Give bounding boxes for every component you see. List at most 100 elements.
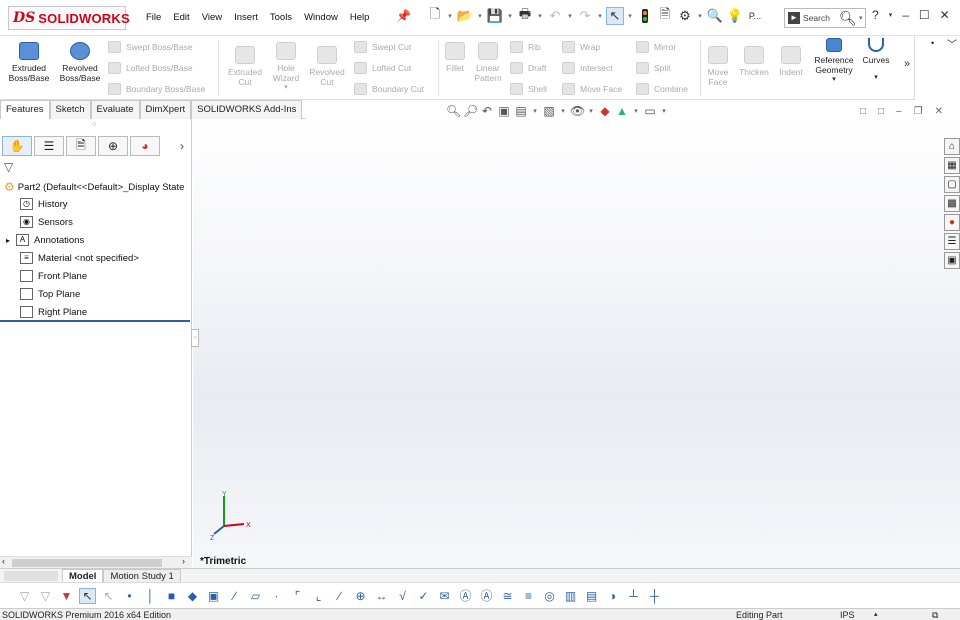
chevron-up-icon[interactable]: ▴ (874, 609, 878, 620)
linear-pattern-button[interactable]: Linear Pattern (470, 42, 506, 83)
tab-motion-study[interactable]: Motion Study 1 (103, 568, 181, 583)
magnify-search-icon[interactable]: 🔍 (706, 7, 724, 25)
tab-addins[interactable]: SOLIDWORKS Add-Ins (191, 100, 303, 119)
chevron-down-icon[interactable]: ▾ (446, 12, 454, 20)
chevron-down-icon[interactable]: ▾ (559, 107, 567, 115)
filter-icon[interactable]: ▽ (4, 160, 13, 174)
split-button[interactable]: Split (636, 62, 671, 74)
zoom-to-area-icon[interactable]: 🔎︎ (463, 104, 478, 118)
filter-points-icon[interactable]: ∙ (268, 589, 285, 603)
new-document-icon[interactable]: 🗋 (426, 6, 444, 25)
chevron-down-icon[interactable]: ▾ (506, 12, 514, 20)
tab-navigation-arrows[interactable] (4, 570, 58, 581)
close-icon[interactable]: ✕ (940, 8, 950, 22)
tree-root-part[interactable]: ⚙ Part2 (Default<<Default>_Display State (4, 180, 184, 194)
previous-view-icon[interactable]: ↶ (480, 104, 494, 118)
collapse-chevron-icon[interactable]: ﹀ (947, 36, 957, 51)
minimize-icon[interactable]: – (902, 8, 909, 22)
tile-icon[interactable]: □ (878, 106, 884, 117)
print-icon[interactable]: 🖶 (516, 6, 534, 25)
tab-features[interactable]: Features (0, 100, 50, 119)
scrollbar-thumb[interactable] (12, 559, 162, 567)
filter-geometric-tolerance-icon[interactable]: Ⓐ (478, 587, 495, 604)
horizontal-scrollbar[interactable]: ‹ › (0, 556, 192, 568)
filter-midpoints-icon[interactable]: ⌞ (310, 589, 327, 603)
display-style-icon[interactable]: ▧ (542, 104, 556, 118)
search-box[interactable]: ► Search 🔍︎ ▾ (784, 8, 866, 28)
select-other-icon[interactable]: ↖ (100, 589, 117, 603)
filter-weld-icon[interactable]: ✓ (415, 589, 432, 603)
hide-show-items-icon[interactable]: 👁︎ (570, 104, 585, 118)
filter-centerpoints-icon[interactable]: ∕ (331, 589, 348, 603)
undo-icon[interactable]: ↶ (546, 7, 564, 25)
filter-datum-icon[interactable]: Ⓐ (457, 587, 474, 604)
swept-cut-button[interactable]: Swept Cut (354, 41, 411, 53)
chevron-down-icon[interactable]: ▾ (857, 14, 865, 22)
reference-geometry-button[interactable]: Reference Geometry ▾ (810, 38, 858, 85)
design-library-icon[interactable]: ▦ (944, 157, 960, 174)
filter-toggle-icon[interactable]: ▽ (16, 589, 33, 603)
help-pointer-icon[interactable]: 💡 (726, 7, 744, 25)
search-icon[interactable]: 🔍︎ (839, 10, 857, 27)
fillet-button[interactable]: Fillet (442, 42, 468, 73)
solidworks-forum-icon[interactable]: ▣ (944, 252, 960, 269)
filter-vertices-icon[interactable]: • (121, 589, 138, 603)
chevron-down-icon[interactable]: ▾ (889, 11, 893, 19)
boundary-cut-button[interactable]: Boundary Cut (354, 83, 424, 95)
solidworks-resources-icon[interactable]: ⌂ (944, 138, 960, 155)
rebuild-status-icon[interactable]: ⧉ (932, 609, 938, 620)
search-input[interactable]: Search (803, 13, 837, 23)
chevron-down-icon[interactable]: ▾ (476, 12, 484, 20)
menu-window[interactable]: Window (298, 10, 344, 25)
maximize-icon[interactable]: ☐ (919, 8, 930, 22)
tree-item-front-plane[interactable]: Front Plane (20, 270, 87, 282)
menu-help[interactable]: Help (344, 10, 376, 25)
apply-scene-icon[interactable]: ▲ (615, 104, 629, 118)
chevron-down-icon[interactable]: ▾ (536, 12, 544, 20)
chevron-right-icon[interactable]: › (180, 139, 184, 153)
filter-bom-icon[interactable]: ▤ (583, 589, 600, 603)
menu-tools[interactable]: Tools (264, 10, 298, 25)
filter-planes-icon[interactable]: ▱ (247, 589, 264, 603)
extruded-cut-button[interactable]: Extruded Cut (224, 46, 266, 87)
menu-insert[interactable]: Insert (228, 10, 264, 25)
gear-icon[interactable]: ⚙ (676, 7, 694, 25)
filter-routing-icon[interactable]: ◑ (604, 589, 621, 603)
property-manager-icon[interactable]: ☰ (34, 136, 64, 156)
extruded-boss-button[interactable]: Extruded Boss/Base (6, 42, 52, 83)
move-face-small-button[interactable]: Move Face (562, 83, 622, 95)
chevron-down-icon[interactable]: ▾ (566, 12, 574, 20)
filter-connection-points-icon[interactable]: ┴ (625, 589, 642, 603)
view-palette-icon[interactable]: ▩ (944, 195, 960, 212)
filter-solid-icon[interactable]: ▣ (205, 589, 222, 603)
tree-item-right-plane[interactable]: Right Plane (20, 306, 87, 318)
filter-dimensions-icon[interactable]: ↔ (373, 589, 390, 603)
tab-model[interactable]: Model (62, 568, 104, 583)
scroll-left-icon[interactable]: ‹ (2, 556, 5, 566)
restore-tile-icon[interactable]: □ (860, 106, 866, 117)
filter-surface-icon[interactable]: ◆ (184, 589, 201, 603)
draft-button[interactable]: Draft (510, 62, 546, 74)
configuration-manager-icon[interactable]: 🗎 (66, 136, 96, 156)
tree-item-history[interactable]: ◷ History (20, 198, 68, 210)
thicken-button[interactable]: Thicken (736, 46, 772, 77)
filter-balloon-icon[interactable]: ≅ (499, 589, 516, 603)
intersect-button[interactable]: Intersect (562, 62, 613, 74)
rebuild-traffic-light-icon[interactable] (636, 7, 654, 25)
filter-notes-icon[interactable]: ✉ (436, 589, 453, 603)
pin-menu-icon[interactable]: 📌 (396, 9, 411, 23)
tab-dimxpert[interactable]: DimXpert (139, 100, 192, 119)
scroll-right-icon[interactable]: › (182, 556, 185, 566)
viewport-minimize-icon[interactable]: – (896, 106, 902, 117)
combine-button[interactable]: Combine (636, 83, 688, 95)
bullet-icon[interactable]: • (931, 38, 934, 48)
redo-icon[interactable]: ↷ (576, 7, 594, 25)
boundary-boss-button[interactable]: Boundary Boss/Base (108, 83, 205, 95)
tree-item-annotations[interactable]: ▸ A Annotations (6, 234, 84, 246)
chevron-down-icon[interactable]: ▾ (284, 83, 288, 93)
filter-edges-icon[interactable]: │ (142, 589, 159, 603)
chevron-down-icon[interactable]: ▾ (832, 75, 836, 85)
menu-file[interactable]: File (140, 10, 167, 25)
panel-handle-icon[interactable]: ○ (92, 121, 96, 128)
move-face-button[interactable]: Move Face (704, 46, 732, 87)
